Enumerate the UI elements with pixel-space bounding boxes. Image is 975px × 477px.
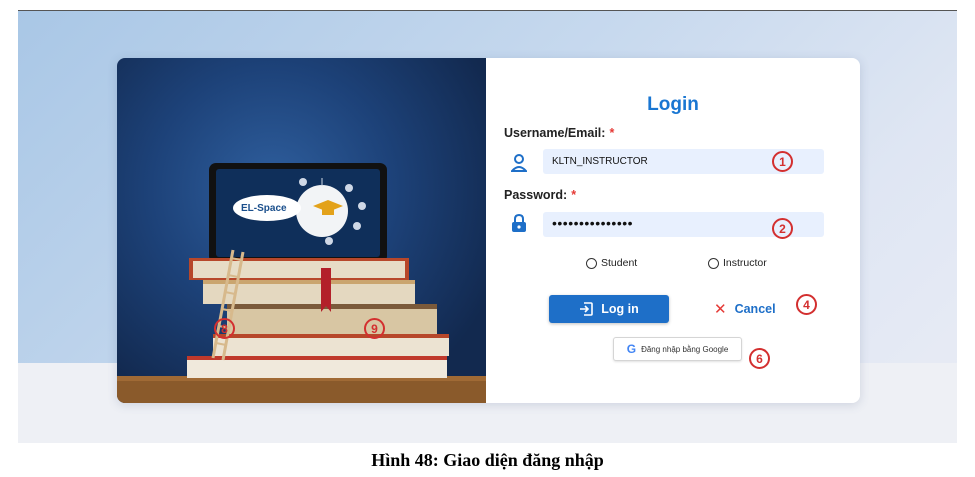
- username-label-text: Username/Email:: [504, 126, 606, 140]
- login-button[interactable]: Log in: [549, 295, 669, 323]
- role-student-label: Student: [601, 257, 638, 269]
- cancel-button[interactable]: ✕ Cancel: [714, 300, 776, 318]
- lock-icon: [512, 214, 526, 232]
- illustration-panel: EL-Space 8 9: [117, 58, 486, 403]
- annotation-6: 6: [749, 348, 770, 369]
- annotation-4: 4: [796, 294, 817, 315]
- username-label: Username/Email: *: [504, 126, 614, 140]
- user-icon: [511, 154, 527, 172]
- el-space-logo-text: EL-Space: [241, 203, 287, 214]
- radio-circle[interactable]: [708, 257, 719, 269]
- books-tablet-illustration: [117, 163, 486, 403]
- cancel-button-label: Cancel: [734, 302, 776, 316]
- role-instructor-label: Instructor: [723, 257, 767, 269]
- required-mark: *: [571, 188, 577, 202]
- figure-caption: Hình 48: Giao diện đăng nhập: [371, 450, 604, 470]
- role-instructor-radio[interactable]: Instructor: [708, 257, 767, 269]
- annotation-2: 2: [772, 218, 793, 239]
- role-student-radio[interactable]: Student: [586, 257, 637, 269]
- password-label-text: Password:: [504, 188, 568, 202]
- login-arrow-icon: [580, 302, 594, 316]
- annotation-9: 9: [364, 318, 385, 339]
- radio-circle[interactable]: [586, 257, 597, 269]
- login-button-label: Log in: [601, 302, 639, 316]
- required-mark: *: [609, 126, 615, 140]
- password-label: Password: *: [504, 188, 576, 202]
- login-title: Login: [647, 94, 699, 115]
- google-icon: G: [626, 342, 637, 356]
- login-form-panel: Login Username/Email: * KLTN_INSTRUCTOR P…: [486, 58, 860, 403]
- annotation-1: 1: [772, 151, 793, 172]
- google-button-label: Đăng nhập bằng Google: [641, 344, 729, 354]
- login-card: EL-Space 8 9 Login Username/Email: * KLTN…: [117, 58, 860, 403]
- close-icon: ✕: [714, 301, 727, 318]
- google-login-button[interactable]: G Đăng nhập bằng Google: [613, 337, 742, 361]
- annotation-8: 8: [214, 318, 235, 339]
